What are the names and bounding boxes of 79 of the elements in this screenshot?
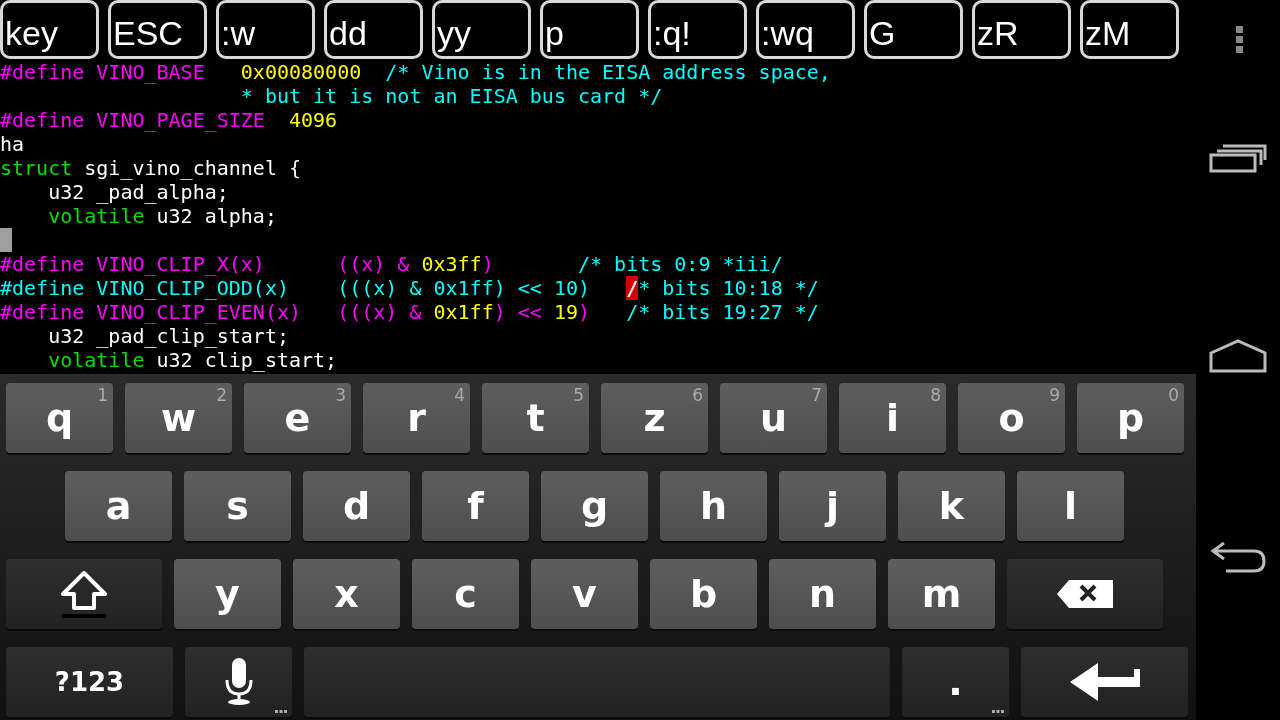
letter-key[interactable]: j (779, 471, 886, 541)
letter-key[interactable]: w 2 (125, 383, 232, 453)
letter-key[interactable]: q 1 (6, 383, 113, 453)
shortcut-key[interactable]: yy (432, 0, 531, 59)
key-hint: 0 (1168, 385, 1179, 405)
shift-key[interactable] (6, 559, 162, 629)
text-cursor (0, 228, 12, 252)
letter-key[interactable]: s (184, 471, 291, 541)
letter-key[interactable]: v (531, 559, 638, 629)
shortcut-key[interactable]: key (0, 0, 99, 59)
letter-key[interactable]: x (293, 559, 400, 629)
letter-key[interactable]: c (412, 559, 519, 629)
code-line: volatile u32 clip_start; (47, 348, 339, 372)
code-line: #define VINO_CLIP_EVEN(x) (((x) & 0x1ff) << 19) /* bits 19:27 */ (0, 300, 820, 324)
letter-key[interactable]: o 9 (958, 383, 1065, 453)
letter-key[interactable]: k (898, 471, 1005, 541)
backspace-key[interactable] (1007, 559, 1163, 629)
code-line: #define VINO_CLIP_X(x) ((x) & 0x3ff) /* bits 0:9 *iii/ (0, 252, 784, 276)
overflow-menu-icon[interactable] (1236, 26, 1244, 54)
key-hint: 7 (811, 385, 822, 405)
shortcut-key[interactable]: p (540, 0, 639, 59)
more-dots-icon (275, 710, 287, 714)
letter-key[interactable]: t 5 (482, 383, 589, 453)
microphone-icon (223, 658, 254, 706)
letter-key[interactable]: y (174, 559, 281, 629)
shortcut-key[interactable]: G (864, 0, 963, 59)
recent-apps-button[interactable] (1209, 143, 1267, 173)
home-button[interactable] (1209, 339, 1267, 373)
key-hint: 4 (454, 385, 465, 405)
enter-icon (1069, 663, 1140, 701)
letter-key[interactable]: r 4 (363, 383, 470, 453)
symbols-key[interactable]: ?123 (6, 647, 173, 717)
shortcut-key[interactable]: ESC (108, 0, 207, 59)
shortcut-key[interactable]: :w (216, 0, 315, 59)
home-icon (1209, 339, 1267, 373)
code-line: struct sgi_vino_channel { (0, 156, 303, 180)
shift-icon (59, 570, 109, 618)
letter-key[interactable]: m (888, 559, 995, 629)
enter-key[interactable] (1021, 647, 1188, 717)
letter-key[interactable]: p 0 (1077, 383, 1184, 453)
code-line: u32 _pad_alpha; (47, 180, 230, 204)
key-hint: 9 (1049, 385, 1060, 405)
key-hint: 5 (573, 385, 584, 405)
shortcut-key[interactable]: :q! (648, 0, 747, 59)
letter-key[interactable]: e 3 (244, 383, 351, 453)
key-hint: 8 (930, 385, 941, 405)
letter-key[interactable]: g (541, 471, 648, 541)
letter-key[interactable]: b (650, 559, 757, 629)
back-button[interactable] (1210, 541, 1266, 573)
period-key[interactable]: . (902, 647, 1009, 717)
letter-key[interactable]: n (769, 559, 876, 629)
code-line: #define VINO_PAGE_SIZE 4096 (0, 108, 339, 132)
code-line: * but it is not an EISA bus card */ (239, 84, 664, 108)
recent-apps-icon (1209, 143, 1267, 173)
shortcut-key[interactable]: dd (324, 0, 423, 59)
code-line: ha (0, 132, 26, 156)
letter-key[interactable]: f (422, 471, 529, 541)
letter-key[interactable]: l (1017, 471, 1124, 541)
code-line: #define VINO_BASE 0x00080000 /* Vino is in the EISA address space, (0, 60, 832, 84)
key-hint: 3 (335, 385, 346, 405)
letter-key[interactable]: d (303, 471, 410, 541)
key-hint: 6 (692, 385, 703, 405)
letter-key[interactable]: i 8 (839, 383, 946, 453)
key-hint: 2 (216, 385, 227, 405)
key-hint: 1 (97, 385, 108, 405)
shortcut-key[interactable]: :wq (756, 0, 855, 59)
shortcut-key[interactable]: zR (972, 0, 1071, 59)
back-icon (1210, 541, 1266, 573)
letter-key[interactable]: h (660, 471, 767, 541)
microphone-key[interactable] (185, 647, 292, 717)
letter-key[interactable]: z 6 (601, 383, 708, 453)
code-line: #define VINO_CLIP_ODD(x) (((x) & 0x1ff) << 10) /* bits 10:18 */ (0, 276, 820, 300)
letter-key[interactable]: a (65, 471, 172, 541)
more-dots-icon (992, 710, 1004, 714)
shortcut-key[interactable]: zM (1080, 0, 1179, 59)
letter-key[interactable]: u 7 (720, 383, 827, 453)
backspace-icon (1057, 580, 1113, 608)
code-line: u32 _pad_clip_start; (47, 324, 290, 348)
code-line: volatile u32 alpha; (47, 204, 278, 228)
